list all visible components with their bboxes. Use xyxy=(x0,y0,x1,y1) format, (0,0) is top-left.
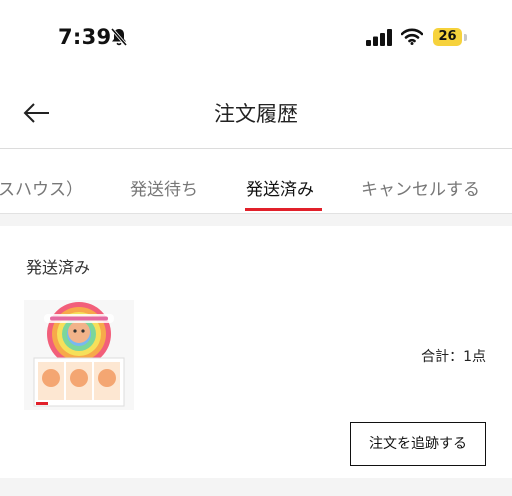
battery-tip xyxy=(464,34,467,41)
order-card[interactable]: 発送済み 合計：1点 注文を追跡する xyxy=(0,226,512,478)
bell-slash-icon xyxy=(110,27,128,47)
order-status: 発送済み xyxy=(26,258,91,277)
tab-awaiting-shipment[interactable]: 発送待ち xyxy=(130,175,198,200)
order-total: 合計：1点 xyxy=(421,349,486,365)
track-order-button[interactable]: 注文を追跡する xyxy=(350,422,486,466)
active-tab-indicator xyxy=(245,208,322,211)
page-title: 注文履歴 xyxy=(214,102,298,126)
status-time: 7:39 xyxy=(58,25,112,49)
status-bar: 7:39 26 xyxy=(0,0,512,76)
tab-bar: スハウス） 発送待ち 発送済み キャンセルする xyxy=(0,149,512,214)
battery-icon: 26 xyxy=(433,28,462,46)
nav-bar: 注文履歴 xyxy=(0,76,512,149)
tab-cancel[interactable]: キャンセルする xyxy=(361,175,480,200)
wifi-icon xyxy=(401,28,423,45)
cellular-signal-icon xyxy=(366,29,392,46)
tab-shipped[interactable]: 発送済み xyxy=(246,175,314,200)
tab-sharehouse[interactable]: スハウス） xyxy=(0,175,83,200)
product-thumbnail[interactable] xyxy=(24,300,134,410)
battery-level: 26 xyxy=(438,29,457,44)
